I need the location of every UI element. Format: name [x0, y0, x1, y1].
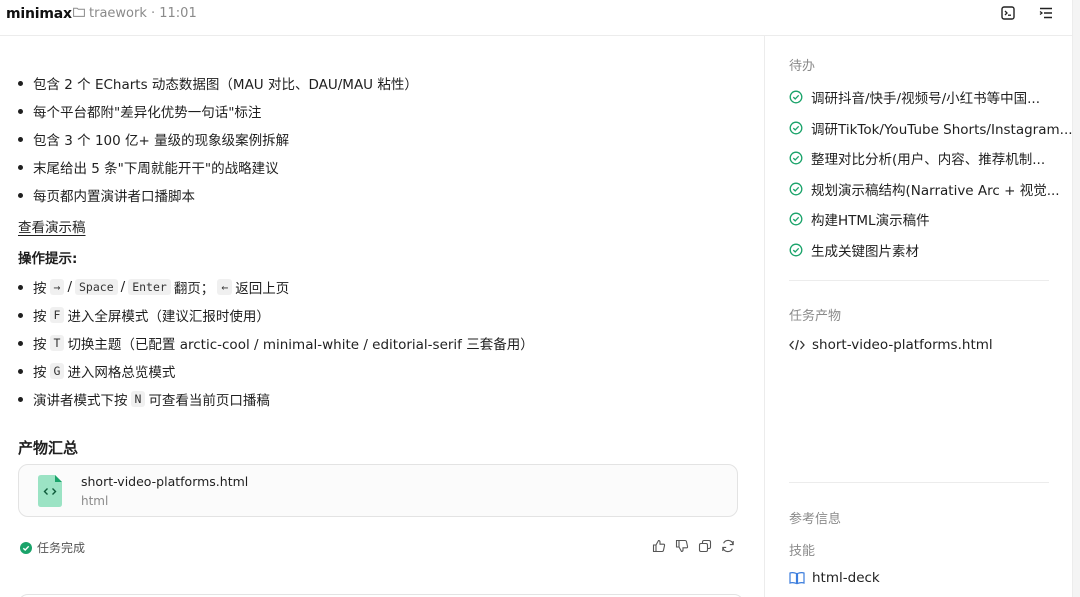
tip-item: 按 F 进入全屏模式（建议汇报时使用） [18, 305, 270, 325]
artifacts-label: 任务产物 [789, 309, 842, 324]
check-circle-icon [789, 121, 803, 135]
check-circle-icon [789, 90, 803, 104]
task-list-icon[interactable] [1037, 4, 1055, 22]
key-left: ← [217, 279, 233, 295]
key-f: F [49, 307, 65, 323]
divider [789, 482, 1049, 483]
check-circle-icon [20, 541, 32, 554]
right-panel: 待办 调研抖音/快手/视频号/小红书等中国... 调研TikTok/YouTub… [764, 36, 1073, 597]
file-name: short-video-platforms.html [81, 474, 249, 489]
project-label[interactable]: traework · 11:01 [89, 6, 197, 21]
tip-item: 按 G 进入网格总览模式 [18, 361, 175, 381]
terminal-icon[interactable] [999, 4, 1017, 22]
top-bar: minimax traework · 11:01 [0, 0, 1072, 36]
todo-item[interactable]: 规划演示稿结构(Narrative Arc + 视觉... [789, 179, 1060, 199]
list-item: 末尾给出 5 条"下周就能开干"的战略建议 [18, 157, 279, 177]
todo-item[interactable]: 调研TikTok/YouTube Shorts/Instagram... [789, 118, 1073, 138]
tip-item: 按 → / Space / Enter 翻页； ← 返回上页 [18, 277, 289, 297]
check-circle-icon [789, 212, 803, 226]
view-deck-link[interactable]: 查看演示稿 [18, 216, 86, 236]
thumbs-up-icon[interactable] [652, 539, 666, 553]
file-card[interactable]: short-video-platforms.html html [18, 464, 738, 517]
thumbs-down-icon[interactable] [675, 539, 689, 553]
todo-label: 待办 [789, 59, 816, 74]
key-right: → [49, 279, 65, 295]
key-space: Space [75, 279, 118, 295]
task-status: 任务完成 [20, 539, 85, 556]
regenerate-icon[interactable] [721, 539, 735, 553]
tips-heading: 操作提示: [18, 251, 78, 267]
list-item: 包含 2 个 ECharts 动态数据图（MAU 对比、DAU/MAU 粘性） [18, 73, 418, 93]
todo-item[interactable]: 生成关键图片素材 [789, 240, 919, 260]
copy-icon[interactable] [698, 539, 712, 553]
book-icon [789, 572, 805, 585]
skills-label: 技能 [789, 544, 816, 559]
scrollbar[interactable] [1072, 0, 1080, 597]
key-n: N [130, 391, 146, 407]
outputs-title: 产物汇总 [18, 439, 79, 457]
list-item: 每个平台都附"差异化优势一句话"标注 [18, 101, 261, 121]
tip-item: 演讲者模式下按 N 可查看当前页口播稿 [18, 389, 270, 409]
reference-label: 参考信息 [789, 512, 842, 527]
key-t: T [49, 335, 65, 351]
todo-item[interactable]: 整理对比分析(用户、内容、推荐机制... [789, 148, 1045, 168]
list-item: 每页都内置演讲者口播脚本 [18, 185, 195, 205]
skill-item[interactable]: html-deck [789, 570, 880, 586]
check-circle-icon [789, 182, 803, 196]
divider [789, 280, 1049, 281]
code-icon [789, 339, 805, 351]
app-brand: minimax [6, 6, 72, 22]
key-g: G [49, 363, 65, 379]
code-file-icon [38, 475, 62, 507]
list-item: 包含 3 个 100 亿+ 量级的现象级案例拆解 [18, 129, 289, 149]
key-enter: Enter [128, 279, 171, 295]
todo-item[interactable]: 构建HTML演示稿件 [789, 209, 930, 229]
chat-content: 包含 2 个 ECharts 动态数据图（MAU 对比、DAU/MAU 粘性） … [0, 36, 764, 597]
todo-item[interactable]: 调研抖音/快手/视频号/小红书等中国... [789, 87, 1040, 107]
tip-item: 按 T 切换主题（已配置 arctic-cool / minimal-white… [18, 333, 534, 353]
check-circle-icon [789, 243, 803, 257]
check-circle-icon [789, 151, 803, 165]
file-type: html [81, 494, 109, 508]
folder-icon [73, 7, 85, 17]
artifact-item[interactable]: short-video-platforms.html [789, 337, 993, 353]
